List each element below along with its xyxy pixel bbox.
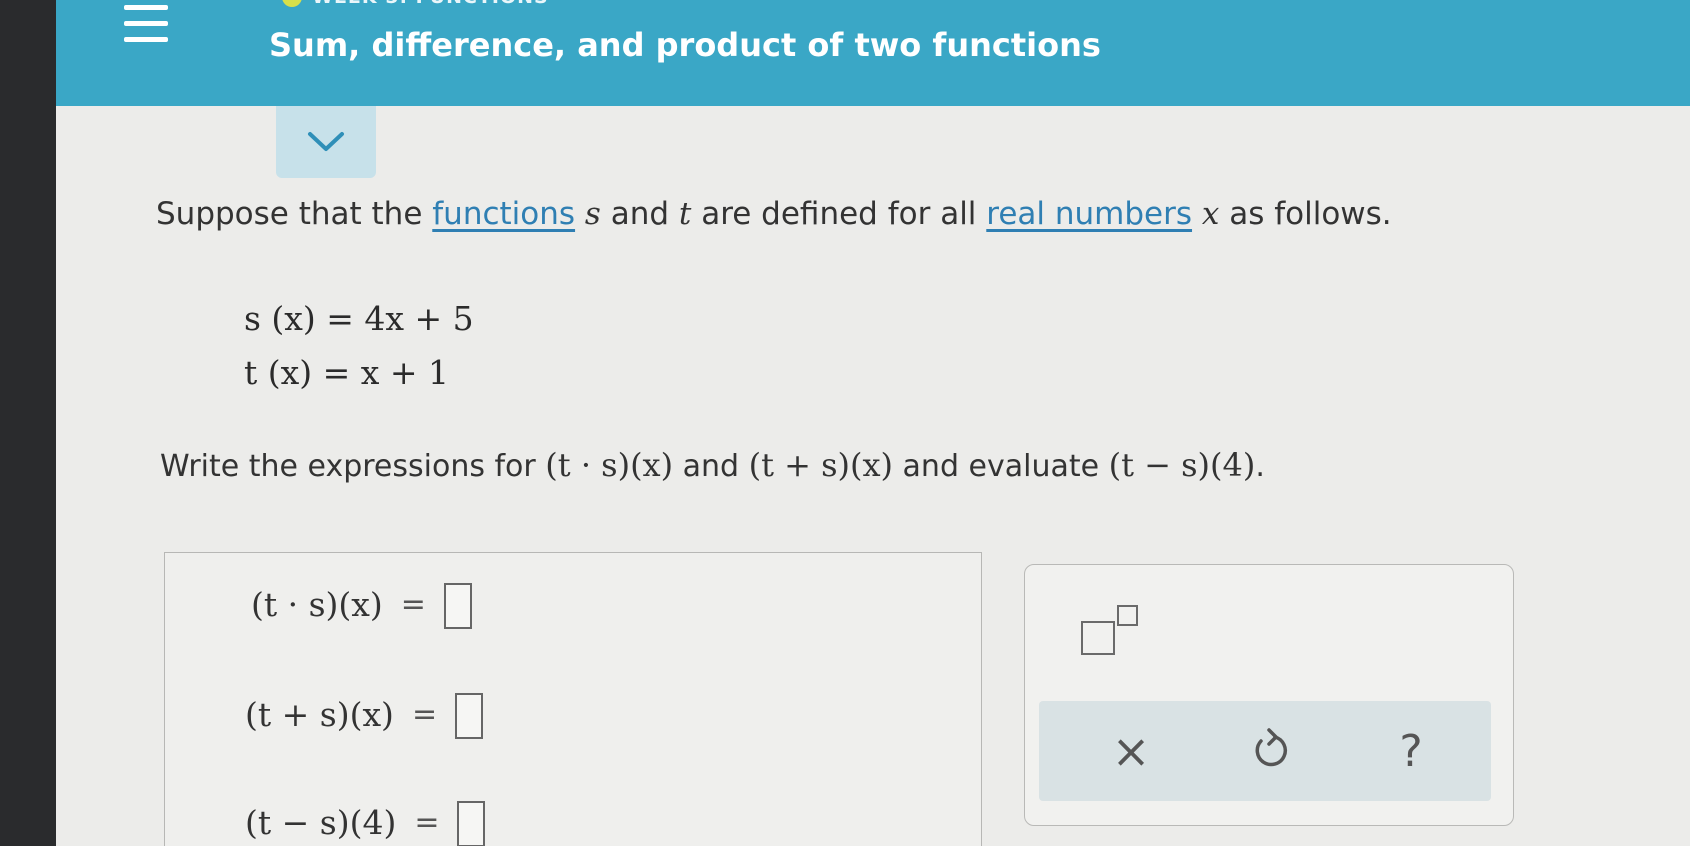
prompt-end-text: .	[1255, 449, 1265, 484]
clear-button[interactable]: ×	[1099, 721, 1163, 781]
definition-s: s (x) = 4x + 5	[244, 299, 474, 338]
expr-sum: (t + s)(x)	[748, 446, 894, 484]
real-numbers-link[interactable]: real numbers	[986, 196, 1192, 232]
chevron-down-icon	[308, 132, 344, 151]
intro-pre-text: Suppose that the	[156, 196, 433, 232]
topic-label: WEEK 5: FUNCTIONS	[282, 0, 549, 8]
math-tool-palette: × ?	[1024, 564, 1514, 826]
answer-label-difference: (t − s)(4)	[245, 802, 397, 842]
function-definitions: s (x) = 4x + 5 t (x) = x + 1	[244, 292, 474, 400]
question-prompt: Write the expressions for (t · s)(x) and…	[160, 446, 1265, 484]
answer-row-difference: (t − s)(4) =	[245, 799, 486, 846]
topic-text: WEEK 5: FUNCTIONS	[312, 0, 549, 8]
answer-label-sum: (t + s)(x)	[245, 694, 394, 734]
expr-product: (t · s)(x)	[545, 446, 674, 484]
answer-input-sum[interactable]	[455, 693, 484, 739]
intro-mid-text: are defined for all	[691, 196, 987, 232]
intro-post-text: as follows.	[1219, 196, 1392, 232]
prompt-pre-text: Write the expressions for	[160, 449, 546, 484]
screen: WEEK 5: FUNCTIONS Sum, difference, and p…	[56, 0, 1690, 846]
answer-label-product: (t · s)(x)	[251, 584, 383, 624]
prompt-evaluate-text: and evaluate	[893, 449, 1109, 484]
answer-row-product: (t · s)(x) =	[251, 581, 472, 629]
and-text: and	[600, 196, 679, 232]
collapse-toggle-button[interactable]	[276, 106, 376, 178]
expr-difference: (t − s)(4)	[1108, 446, 1256, 484]
undo-button[interactable]	[1239, 721, 1303, 781]
answer-row-sum: (t + s)(x) =	[245, 691, 484, 739]
definition-t: t (x) = x + 1	[244, 353, 449, 392]
help-button[interactable]: ?	[1379, 721, 1443, 781]
header-bar: WEEK 5: FUNCTIONS Sum, difference, and p…	[56, 0, 1690, 106]
equals-sign: =	[414, 804, 440, 840]
prompt-and-text: and	[673, 449, 749, 484]
question-intro: Suppose that the functions s and t are d…	[156, 196, 1392, 232]
var-x: x	[1201, 196, 1220, 232]
equals-sign: =	[400, 586, 426, 622]
action-bar: × ?	[1039, 701, 1491, 801]
page-title: Sum, difference, and product of two func…	[269, 26, 1101, 64]
var-t: t	[678, 196, 692, 232]
answer-panel: (t · s)(x) = (t + s)(x) = (t − s)(4) =	[164, 552, 982, 846]
functions-link[interactable]: functions	[432, 196, 575, 232]
equals-sign: =	[411, 696, 438, 732]
answer-input-product[interactable]	[443, 583, 472, 629]
progress-dot-icon	[282, 0, 302, 7]
superscript-box-icon[interactable]	[1081, 601, 1147, 655]
undo-icon	[1255, 728, 1288, 767]
answer-input-difference[interactable]	[457, 801, 486, 846]
var-s: s	[584, 196, 601, 232]
hamburger-menu-icon[interactable]	[124, 0, 168, 56]
